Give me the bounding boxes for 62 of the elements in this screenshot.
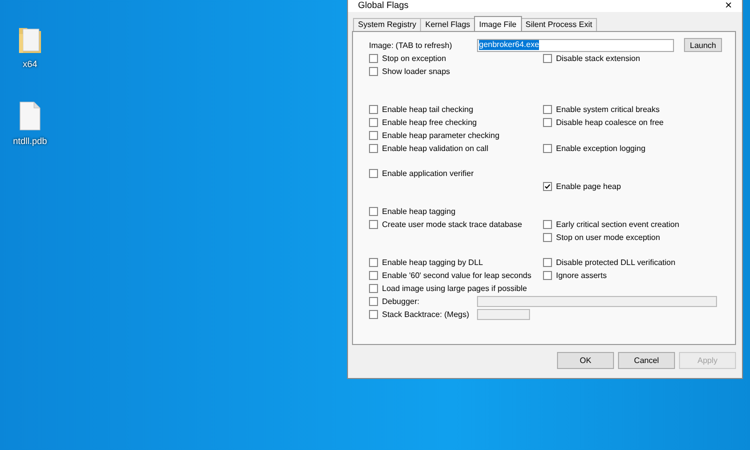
launch-button[interactable]: Launch	[684, 38, 722, 52]
checkbox-label[interactable]: Enable heap tagging by DLL	[382, 258, 483, 268]
checkbox[interactable]	[369, 207, 378, 216]
checkbox-label[interactable]: Enable page heap	[556, 182, 621, 192]
tab[interactable]: Kernel Flags	[420, 18, 476, 31]
window-title: Global Flags	[358, 0, 409, 10]
dialog-button[interactable]: OK	[557, 352, 614, 369]
checkbox-label[interactable]: Enable heap parameter checking	[382, 130, 500, 140]
checkbox-label[interactable]: Stop on exception	[382, 54, 446, 64]
checkbox[interactable]	[369, 310, 378, 319]
tab[interactable]: Image File	[474, 16, 522, 31]
checkbox-label[interactable]: Early critical section event creation	[556, 220, 680, 230]
desktop-icon-label[interactable]: x64	[22, 59, 38, 69]
checkbox-label[interactable]: Disable protected DLL verification	[556, 258, 676, 268]
tab[interactable]: Silent Process Exit	[520, 18, 598, 31]
checkbox-label[interactable]: Show loader snaps	[382, 66, 450, 76]
checkbox[interactable]	[369, 144, 378, 153]
checkbox-label[interactable]: Stop on user mode exception	[556, 232, 660, 242]
checkbox-label[interactable]: Disable heap coalesce on free	[556, 118, 664, 128]
checkbox[interactable]	[369, 105, 378, 114]
image-input-field[interactable]: genbroker64.exe	[477, 38, 674, 52]
text-input-field[interactable]	[477, 309, 530, 320]
checkbox[interactable]	[369, 297, 378, 306]
checkbox[interactable]	[543, 118, 552, 127]
dialog-button[interactable]: Cancel	[618, 352, 675, 369]
checkbox[interactable]	[369, 271, 378, 280]
close-button[interactable]: ×	[724, 0, 732, 10]
checkbox-label[interactable]: Disable stack extension	[556, 54, 640, 64]
checkbox[interactable]	[369, 54, 378, 63]
checkbox-label[interactable]: Load image using large pages if possible	[382, 284, 527, 294]
checkbox[interactable]	[543, 54, 552, 63]
checkbox[interactable]	[543, 105, 552, 114]
checkbox[interactable]	[369, 131, 378, 140]
checkbox-label[interactable]: Enable heap tail checking	[382, 104, 474, 114]
checkbox[interactable]	[369, 169, 378, 178]
checkbox[interactable]	[543, 182, 552, 191]
checkbox[interactable]	[369, 118, 378, 127]
checkbox-label[interactable]: Enable system critical breaks	[556, 104, 660, 114]
checkbox-label[interactable]: Ignore asserts	[556, 270, 607, 280]
text-input-field[interactable]	[477, 296, 717, 307]
checkbox[interactable]	[369, 67, 378, 76]
checkbox-label[interactable]: Enable heap tagging	[382, 206, 456, 216]
checkbox[interactable]	[543, 144, 552, 153]
checkbox-label[interactable]: Enable heap free checking	[382, 118, 477, 128]
checkbox[interactable]	[369, 220, 378, 229]
checkbox[interactable]	[543, 220, 552, 229]
field-label: Image: (TAB to refresh)	[369, 40, 453, 50]
tab[interactable]: System Registry	[353, 18, 422, 31]
checkbox-label[interactable]: Enable heap validation on call	[382, 144, 488, 154]
checkbox-label[interactable]: Enable '60' second value for leap seconds	[382, 270, 532, 280]
file-icon[interactable]	[18, 101, 42, 131]
checkbox[interactable]	[369, 258, 378, 267]
checkbox[interactable]	[543, 271, 552, 280]
checkbox-label[interactable]: Debugger:	[382, 296, 477, 306]
checkbox-label[interactable]: Stack Backtrace: (Megs)	[382, 310, 477, 320]
checkbox-label[interactable]: Enable exception logging	[556, 144, 646, 154]
desktop-icon-label[interactable]: ntdll.pdb	[12, 136, 48, 146]
checkbox-label[interactable]: Enable application verifier	[382, 168, 474, 178]
checkbox[interactable]	[543, 258, 552, 267]
checkbox-label[interactable]: Create user mode stack trace database	[382, 220, 522, 230]
checkbox[interactable]	[543, 233, 552, 242]
checkbox[interactable]	[369, 284, 378, 293]
